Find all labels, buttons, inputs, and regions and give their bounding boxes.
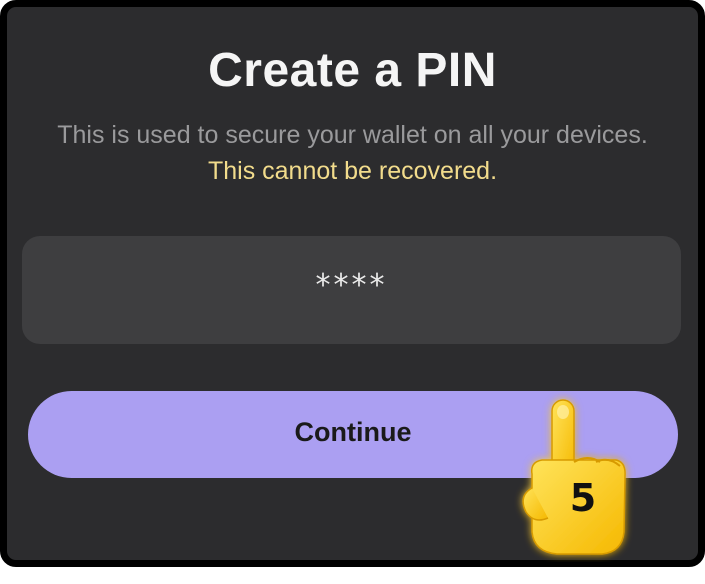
description-text: This is used to secure your wallet on al… — [57, 121, 648, 149]
warning-text: This cannot be recovered. — [207, 157, 498, 185]
pin-input[interactable]: **** — [22, 236, 681, 344]
step-number-badge: 5 — [569, 476, 597, 520]
pin-value: **** — [315, 268, 388, 303]
page-description: This is used to secure your wallet on al… — [47, 117, 658, 189]
page-title: Create a PIN — [208, 44, 497, 97]
